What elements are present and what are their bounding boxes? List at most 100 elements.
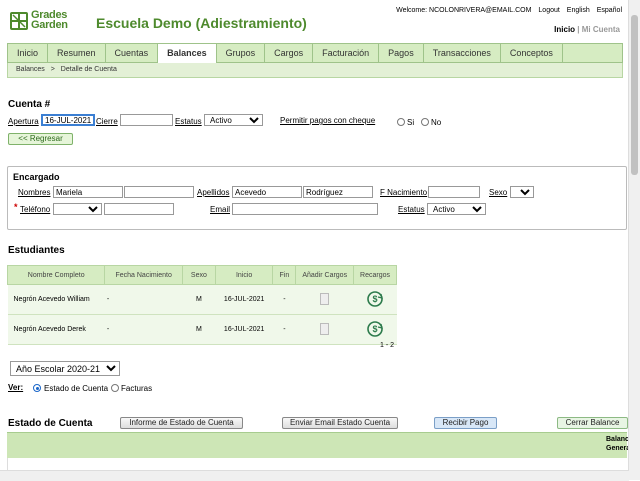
email-label: Email [210, 205, 231, 214]
cheque-no-label: No [431, 118, 442, 127]
document-icon[interactable] [320, 292, 330, 305]
cell-recargos: $ [353, 314, 397, 345]
apellidos-label: Apellidos [197, 188, 230, 197]
table-row[interactable]: Negrón Acevedo Derek - M 16-JUL-2021 - $ [7, 314, 397, 345]
cell-nombre: Negrón Acevedo William [7, 284, 105, 315]
cell-sexo: M [182, 284, 216, 315]
sexo-select[interactable] [510, 186, 534, 198]
col-sexo[interactable]: Sexo [181, 265, 216, 285]
mi-cuenta-link[interactable]: Mi Cuenta [582, 25, 620, 34]
apertura-input[interactable] [41, 114, 95, 126]
ano-escolar-select[interactable]: Año Escolar 2020-21 [10, 361, 120, 376]
welcome-text: Welcome: NCOLONRIVERA@EMAIL.COM [396, 7, 532, 14]
cerrar-balance-button[interactable]: Cerrar Balance [557, 417, 628, 429]
permitir-cheque-label: Permitir pagos con cheque [280, 116, 376, 125]
cell-sexo: M [182, 314, 216, 345]
cheque-no-radio[interactable] [421, 118, 429, 126]
cell-inicio: 16-JUL-2021 [215, 314, 273, 345]
col-recargos: Recargos [353, 265, 397, 285]
cell-anadir [295, 284, 354, 315]
tab-balances[interactable]: Balances [158, 44, 217, 64]
logout-link[interactable]: Logout [538, 7, 559, 14]
top-links: Welcome: NCOLONRIVERA@EMAIL.COM Logout E… [391, 7, 622, 14]
col-anadir: Añadir Cargos [295, 265, 355, 285]
cheque-si-label: Si [407, 118, 415, 127]
cell-anadir [295, 314, 354, 345]
home-links: Inicio | Mi Cuenta [554, 25, 620, 34]
col-nombre[interactable]: Nombre Completo [6, 265, 106, 285]
apertura-label: Apertura [8, 117, 39, 126]
informe-button[interactable]: Informe de Estado de Cuenta [120, 417, 243, 429]
encargado-title: Encargado [13, 172, 60, 182]
cierre-input[interactable] [120, 114, 173, 126]
apellido1-input[interactable] [232, 186, 302, 198]
cell-fnac: - [104, 314, 183, 345]
cuenta-estatus-select[interactable]: Activo [204, 114, 263, 126]
regresar-button[interactable]: << Regresar [8, 133, 73, 145]
fnac-label: F Nacimiento [380, 188, 428, 197]
tab-grupos[interactable]: Grupos [217, 44, 266, 62]
school-title: Escuela Demo (Adiestramiento) [96, 15, 307, 31]
tab-cuentas[interactable]: Cuentas [106, 44, 159, 62]
fnac-input[interactable] [428, 186, 480, 198]
logo-mark [10, 12, 28, 30]
cell-fnac: - [104, 284, 183, 315]
tab-facturacion[interactable]: Facturación [313, 44, 380, 62]
tab-cargos[interactable]: Cargos [265, 44, 314, 62]
recibir-pago-button[interactable]: Recibir Pago [434, 417, 497, 429]
breadcrumb-current: Detalle de Cuenta [60, 66, 117, 73]
breadcrumb-root[interactable]: Balances [16, 66, 45, 73]
horizontal-scrollbar[interactable] [0, 470, 629, 481]
enviar-email-button[interactable]: Enviar Email Estado Cuenta [282, 417, 398, 429]
spanish-link[interactable]: Español [597, 7, 622, 14]
sexo-label: Sexo [489, 188, 508, 197]
table-pager: 1 - 2 [380, 342, 395, 349]
telefono-type-select[interactable] [53, 203, 102, 215]
svg-text:$: $ [373, 324, 378, 334]
cheque-si-radio[interactable] [397, 118, 405, 126]
recargo-money-icon[interactable]: $ [366, 320, 384, 338]
breadcrumb-sep: > [50, 66, 55, 73]
cell-fin: - [272, 284, 296, 315]
inicio-link[interactable]: Inicio [554, 25, 575, 34]
tab-resumen[interactable]: Resumen [48, 44, 106, 62]
breadcrumb: Balances > Detalle de Cuenta [7, 63, 623, 78]
ver-label: Ver: [8, 383, 24, 392]
ver-facturas-label: Facturas [121, 384, 153, 393]
table-row[interactable]: Negrón Acevedo William - M 16-JUL-2021 -… [7, 284, 397, 315]
estado-table-body [7, 458, 629, 470]
col-fin[interactable]: Fin [272, 265, 297, 285]
nombre2-input[interactable] [124, 186, 194, 198]
estudiantes-table: Nombre Completo Fecha Nacimiento Sexo In… [6, 265, 397, 345]
recargo-money-icon[interactable]: $ [366, 290, 384, 308]
ver-estado-radio[interactable] [33, 384, 41, 392]
nombre1-input[interactable] [53, 186, 123, 198]
tab-transacciones[interactable]: Transacciones [424, 44, 501, 62]
cell-nombre: Negrón Acevedo Derek [7, 314, 105, 345]
cuenta-title: Cuenta # [8, 99, 51, 110]
apellido2-input[interactable] [303, 186, 373, 198]
required-mark: * [14, 202, 18, 212]
tab-inicio[interactable]: Inicio [8, 44, 49, 62]
col-inicio[interactable]: Inicio [214, 265, 274, 285]
encargado-fieldset [7, 166, 627, 230]
document-icon[interactable] [320, 322, 330, 335]
table-header-row: Nombre Completo Fecha Nacimiento Sexo In… [6, 265, 397, 285]
logo-line2: Garden [31, 19, 68, 31]
tab-conceptos[interactable]: Conceptos [501, 44, 563, 62]
telefono-label: Teléfono [20, 205, 51, 214]
cell-fin: - [272, 314, 296, 345]
telefono-input[interactable] [104, 203, 174, 215]
col-fnac[interactable]: Fecha Nacimiento [104, 265, 183, 285]
ver-facturas-radio[interactable] [111, 384, 119, 392]
svg-text:$: $ [373, 294, 378, 304]
encargado-estatus-label: Estatus [398, 205, 425, 214]
tab-pagos[interactable]: Pagos [379, 44, 424, 62]
ver-estado-label: Estado de Cuenta [44, 384, 109, 393]
english-link[interactable]: English [567, 7, 590, 14]
encargado-estatus-select[interactable]: Activo [427, 203, 486, 215]
email-field[interactable] [232, 203, 378, 215]
vertical-scroll-thumb[interactable] [631, 15, 638, 175]
estado-title: Estado de Cuenta [8, 418, 93, 429]
logo-text: Grades Garden [31, 10, 68, 31]
